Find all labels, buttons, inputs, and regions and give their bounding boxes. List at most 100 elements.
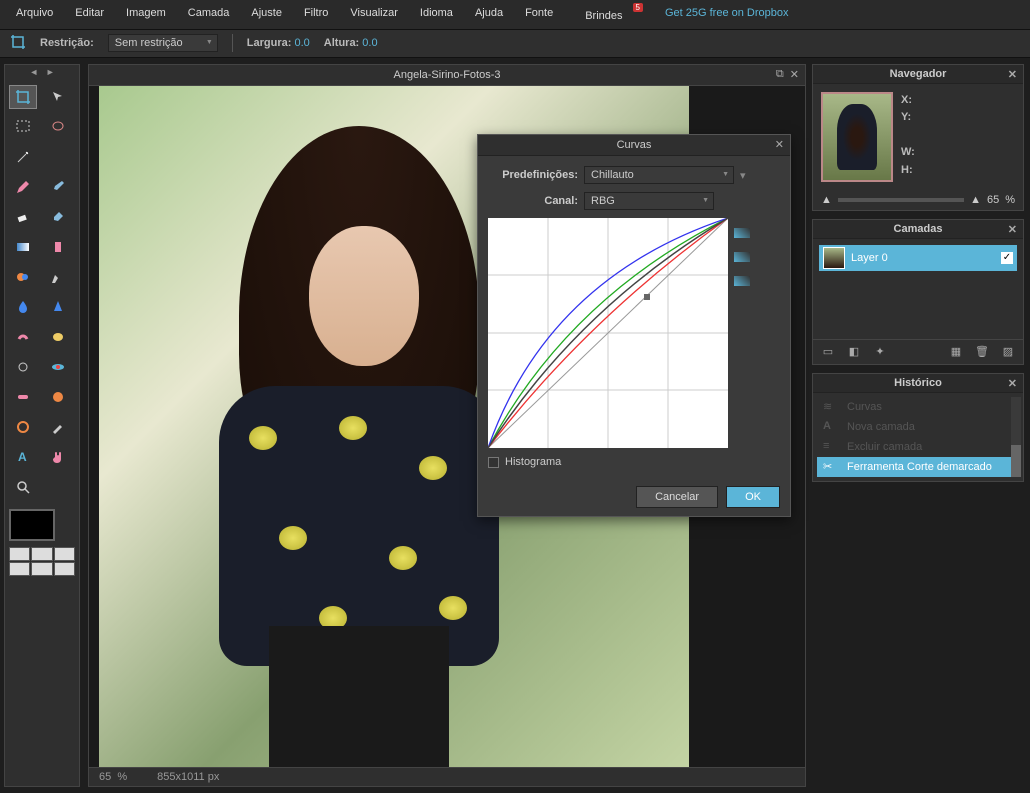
brush-tool[interactable] [44,175,72,199]
menu-ajuda[interactable]: Ajuda [465,4,513,25]
color-palette[interactable] [9,547,75,576]
crop-tool[interactable] [9,85,37,109]
menu-editar[interactable]: Editar [65,4,114,25]
ok-button[interactable]: OK [726,486,780,508]
menu-brindes[interactable]: Brindes5 [565,4,653,25]
menu-bar: Arquivo Editar Imagem Camada Ajuste Filt… [0,0,1030,30]
marquee-tool[interactable] [9,115,37,139]
canvas-titlebar: Angela-Sirino-Fotos-3 ⧉ ✕ [88,64,806,86]
dodge-tool[interactable] [9,355,37,379]
menu-imagem[interactable]: Imagem [116,4,176,25]
curves-graph[interactable] [488,218,728,448]
history-item-crop[interactable]: ✂Ferramenta Corte demarcado [817,457,1019,477]
layer-thumbnail [823,247,845,269]
canal-dropdown[interactable]: RBG [584,192,714,210]
nav-zoom-value: 65 [987,194,999,206]
layer-mask-icon[interactable]: ◧ [845,344,863,360]
menu-ajuste[interactable]: Ajuste [241,4,292,25]
curves-close-icon[interactable]: ✕ [775,138,784,151]
layers-title: Camadas [894,223,943,235]
cancel-button[interactable]: Cancelar [636,486,718,508]
menu-fonte[interactable]: Fonte [515,4,563,25]
layer-settings-icon[interactable]: ▨ [999,344,1017,360]
preset-dropdown[interactable]: Chillauto [584,166,734,184]
history-title: Histórico [894,377,942,389]
menu-arquivo[interactable]: Arquivo [6,4,63,25]
canvas-title-text: Angela-Sirino-Fotos-3 [394,69,501,81]
bloat-tool[interactable] [44,385,72,409]
redeye-tool[interactable] [44,355,72,379]
canvas-popout-icon[interactable]: ⧉ [776,68,784,81]
dropbox-link[interactable]: Get 25G free on Dropbox [655,4,799,25]
draw-tool[interactable] [44,265,72,289]
gradient-tool[interactable] [9,235,37,259]
brindes-badge: 5 [633,3,643,12]
blur-tool[interactable] [9,295,37,319]
menu-visualizar[interactable]: Visualizar [340,4,408,25]
layers-close-icon[interactable]: ✕ [1008,223,1017,236]
delete-layer-icon[interactable]: 🗑 [973,344,991,360]
layer-options-icon[interactable]: ▦ [947,344,965,360]
sharpen-tool[interactable] [44,295,72,319]
history-panel: Histórico ✕ ≋Curvas ANova camada ≡Excluir… [812,373,1024,482]
zoom-in-icon[interactable]: ▲ [970,194,981,206]
history-close-icon[interactable]: ✕ [1008,377,1017,390]
navigator-thumbnail[interactable] [821,92,893,182]
pinch-tool[interactable] [9,415,37,439]
history-item-nova-camada[interactable]: ANova camada [817,417,1019,437]
layer-fx-icon[interactable]: ✦ [871,344,889,360]
lasso-tool[interactable] [44,115,72,139]
layer-name: Layer 0 [851,252,888,264]
toolbox-arrows[interactable]: ◄ ► [5,67,79,77]
layer-visibility-checkbox[interactable]: ✓ [1001,252,1013,264]
picker-tool[interactable] [44,415,72,439]
move-tool[interactable] [44,85,72,109]
layers-panel: Camadas ✕ Layer 0 ✓ ▭ ◧ ✦ ▦ 🗑 ▨ [812,219,1024,365]
pencil-tool[interactable] [9,175,37,199]
history-item-curvas[interactable]: ≋Curvas [817,397,1019,417]
spot-heal-tool[interactable] [9,385,37,409]
largura-value[interactable]: 0.0 [294,37,309,49]
bucket-tool[interactable] [44,205,72,229]
sponge-tool[interactable] [44,325,72,349]
curve-picker-3[interactable] [734,276,750,286]
menu-filtro[interactable]: Filtro [294,4,338,25]
layer-row-0[interactable]: Layer 0 ✓ [819,245,1017,271]
foreground-swatch[interactable] [9,509,55,541]
zoom-out-icon[interactable]: ▲ [821,194,832,206]
type-tool[interactable]: A [9,445,37,469]
preset-label: Predefinições: [488,169,578,181]
history-scrollbar[interactable] [1011,397,1021,477]
histogram-checkbox[interactable] [488,457,499,468]
restricao-label: Restrição: [40,37,94,49]
restricao-dropdown[interactable]: Sem restrição [108,34,218,52]
wand-tool[interactable] [9,145,37,169]
svg-text:A: A [18,450,27,464]
curves-dialog: Curvas ✕ Predefinições: Chillauto ▾ Canal… [477,134,791,517]
zoom-slider[interactable] [838,198,964,202]
navigator-info: X:Y: W:H: [901,92,915,182]
navigator-title: Navegador [890,68,947,80]
menu-idioma[interactable]: Idioma [410,4,463,25]
altura-value[interactable]: 0.0 [362,37,377,49]
menu-camada[interactable]: Camada [178,4,240,25]
canvas-close-icon[interactable]: ✕ [790,68,799,81]
curve-picker-2[interactable] [734,252,750,262]
curves-dialog-title: Curvas [617,139,652,151]
canvas-dimensions: 855x1011 px [157,771,219,783]
clone-tool[interactable] [44,235,72,259]
curve-picker-1[interactable] [734,228,750,238]
smudge-tool[interactable] [9,325,37,349]
nav-zoom-unit: % [1005,194,1015,206]
history-item-excluir-camada[interactable]: ≡Excluir camada [817,437,1019,457]
navigator-panel: Navegador ✕ X:Y: W:H: ▲ ▲ 65 % [812,64,1024,211]
zoom-value: 65 [99,771,111,783]
eraser-tool[interactable] [9,205,37,229]
navigator-close-icon[interactable]: ✕ [1008,68,1017,81]
new-layer-icon[interactable]: ▭ [819,344,837,360]
zoom-tool[interactable] [9,475,37,499]
replace-color-tool[interactable] [9,265,37,289]
hand-tool[interactable] [44,445,72,469]
canal-label: Canal: [488,195,578,207]
preset-menu-icon[interactable]: ▾ [740,169,746,182]
